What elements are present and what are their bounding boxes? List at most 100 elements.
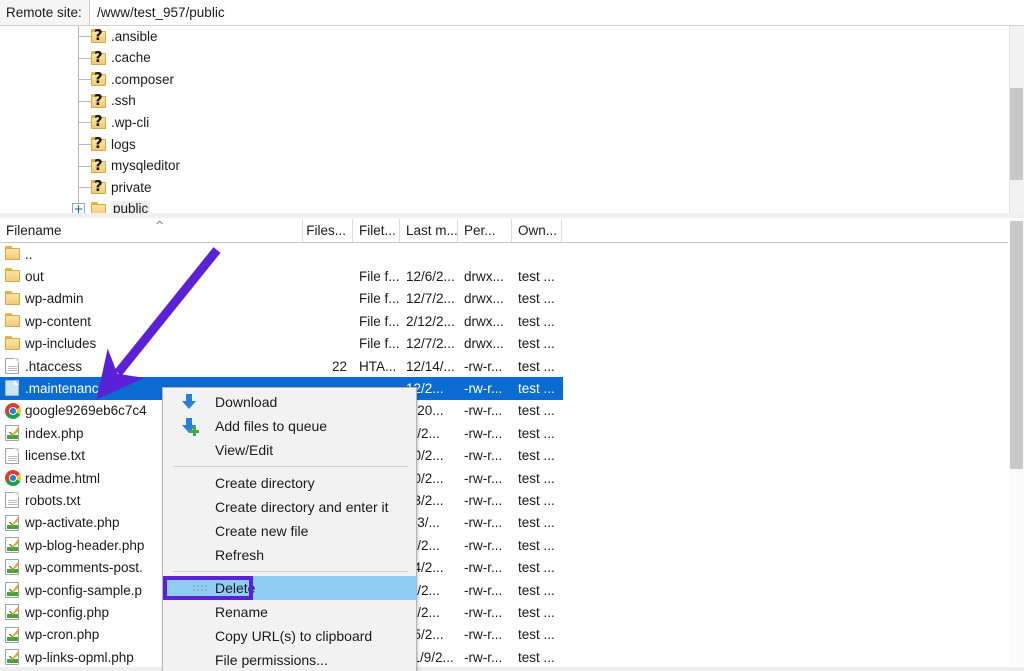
- table-row[interactable]: wp-links-opml.php2,422PHP ...11/9/2...-r…: [0, 646, 1008, 668]
- file-list-vertical-scrollbar[interactable]: [1009, 219, 1024, 671]
- context-menu-item-label: Refresh: [215, 547, 264, 563]
- context-menu-item-create-directory[interactable]: Create directory: [163, 471, 416, 495]
- row-file-icon: [5, 358, 22, 374]
- context-menu-item-create-directory-and-enter-it[interactable]: Create directory and enter it: [163, 495, 416, 519]
- folder-unknown-icon: ?: [91, 159, 108, 173]
- cell-lastmod: 12/14/...: [400, 355, 458, 377]
- panel-splitter[interactable]: [0, 213, 1024, 218]
- column-header-filesize[interactable]: Files...: [303, 219, 353, 242]
- table-row[interactable]: robots.txt23/2...-rw-r...test ...: [0, 489, 1008, 511]
- table-row[interactable]: license.txt10/2...-rw-r...test ...: [0, 445, 1008, 467]
- file-name-label: wp-includes: [25, 333, 96, 355]
- tree-elbow-line: [79, 101, 91, 102]
- text-file-icon: [5, 380, 19, 396]
- table-row[interactable]: ..: [0, 243, 1008, 265]
- cell-owner: test ...: [512, 512, 562, 534]
- folder-icon: [5, 336, 22, 350]
- cell-perms: -rw-r...: [458, 422, 512, 444]
- file-name-label: wp-config-sample.p: [25, 579, 142, 601]
- remote-directory-tree[interactable]: ?.ansible?.cache?.composer?.ssh?.wp-cli?…: [0, 26, 1024, 218]
- context-menu-item-download[interactable]: Download: [163, 390, 416, 414]
- context-menu-separator: [173, 466, 408, 467]
- file-name-label: .htaccess: [25, 355, 82, 377]
- column-header-filetype[interactable]: Filet...: [353, 219, 400, 242]
- table-row[interactable]: wp-blog-header.php/9/2...-rw-r...test ..…: [0, 534, 1008, 556]
- tree-item-icon: ?: [91, 29, 109, 45]
- column-header-lastmod[interactable]: Last m...: [400, 219, 458, 242]
- file-name-label: wp-content: [25, 310, 91, 332]
- php-icon: [5, 582, 19, 598]
- context-menu-item-label: Create new file: [215, 523, 308, 539]
- cell-lastmod: 12/7/2...: [400, 333, 458, 355]
- row-file-icon: [5, 515, 22, 531]
- cell-perms: [458, 243, 512, 265]
- file-list-column-headers[interactable]: ^ FilenameFiles...Filet...Last m...Per..…: [0, 219, 1008, 243]
- document-lines: [8, 456, 17, 462]
- table-row[interactable]: wp-comments-post.24/2...-rw-r...test ...: [0, 556, 1008, 578]
- table-row[interactable]: wp-includesFile f...12/7/2...drwx...test…: [0, 333, 1008, 355]
- context-menu-separator: [173, 571, 408, 572]
- context-menu-item-rename[interactable]: Rename: [163, 600, 416, 624]
- context-menu-item-delete[interactable]: Delete: [163, 576, 416, 600]
- table-row[interactable]: wp-config.php/9/2...-rw-r...test ...: [0, 601, 1008, 623]
- row-file-icon: [5, 582, 22, 598]
- table-row[interactable]: wp-cron.php25/2...-rw-r...test ...: [0, 624, 1008, 646]
- row-file-icon: [5, 246, 22, 262]
- context-menu-item-view-edit[interactable]: View/Edit: [163, 438, 416, 462]
- tree-item-icon: ?: [91, 72, 109, 88]
- table-row[interactable]: index.php/9/2...-rw-r...test ...: [0, 422, 1008, 444]
- cell-lastmod: 12/7/2...: [400, 288, 458, 310]
- remote-file-list[interactable]: ^ FilenameFiles...Filet...Last m...Per..…: [0, 219, 1024, 671]
- cell-perms: -rw-r...: [458, 624, 512, 646]
- row-file-icon: [5, 604, 22, 620]
- context-menu-item-create-new-file[interactable]: Create new file: [163, 519, 416, 543]
- folder-unknown-icon: ?: [91, 29, 108, 43]
- cell-filetype: File f...: [353, 288, 400, 310]
- file-name-label: robots.txt: [25, 489, 81, 511]
- file-name-label: out: [25, 265, 44, 287]
- cell-perms: -rw-r...: [458, 512, 512, 534]
- tree-item-label: .cache: [111, 50, 151, 65]
- context-menu-item-refresh[interactable]: Refresh: [163, 543, 416, 567]
- table-row[interactable]: google9269eb6c7c44/20...-rw-r...test ...: [0, 400, 1008, 422]
- column-header-perms[interactable]: Per...: [458, 219, 512, 242]
- folder-unknown-icon: ?: [91, 94, 108, 108]
- file-context-menu[interactable]: DownloadAdd files to queue View/Edit Creat…: [162, 387, 417, 671]
- question-mark-icon: ?: [94, 27, 103, 43]
- tree-scroll-thumb[interactable]: [1010, 88, 1023, 180]
- context-menu-item-add-files-to-queue[interactable]: Add files to queue: [163, 414, 416, 438]
- context-menu-item-label: File permissions...: [215, 652, 328, 668]
- cell-perms: -rw-r...: [458, 400, 512, 422]
- table-row[interactable]: wp-contentFile f...2/12/2...drwx...test …: [0, 310, 1008, 332]
- table-row[interactable]: wp-config-sample.p/9/2...-rw-r...test ..…: [0, 579, 1008, 601]
- cell-filesize: [303, 288, 353, 310]
- tree-item-icon: ?: [91, 115, 109, 131]
- cell-owner: test ...: [512, 265, 562, 287]
- cell-owner: test ...: [512, 646, 562, 668]
- context-menu-item-copy-url-s-to-clipboard[interactable]: Copy URL(s) to clipboard: [163, 624, 416, 648]
- row-file-icon: [5, 492, 22, 508]
- cell-filesize: 22: [303, 355, 353, 377]
- cell-lastmod: 12/6/2...: [400, 265, 458, 287]
- table-row[interactable]: .htaccess22HTA...12/14/...-rw-r...test .…: [0, 355, 1008, 377]
- column-header-owner[interactable]: Own...: [512, 219, 562, 242]
- table-row[interactable]: outFile f...12/6/2...drwx...test ...: [0, 265, 1008, 287]
- folder-unknown-icon: ?: [91, 137, 108, 151]
- context-menu-item-file-permissions[interactable]: File permissions...: [163, 648, 416, 671]
- tree-vertical-scrollbar[interactable]: [1009, 26, 1024, 218]
- table-row[interactable]: wp-adminFile f...12/7/2...drwx...test ..…: [0, 288, 1008, 310]
- cell-owner: test ...: [512, 579, 562, 601]
- download-arrow-icon: [181, 394, 198, 411]
- file-name-label: wp-config.php: [25, 601, 109, 623]
- file-name-label: readme.html: [25, 467, 100, 489]
- context-menu-item-label: View/Edit: [215, 442, 273, 458]
- php-icon: [5, 425, 19, 441]
- question-mark-icon: ?: [94, 157, 103, 173]
- remote-site-input[interactable]: /www/test_957/public: [90, 0, 1024, 26]
- cell-owner: test ...: [512, 624, 562, 646]
- table-row[interactable]: readme.html10/2...-rw-r...test ...: [0, 467, 1008, 489]
- row-file-icon: [5, 627, 22, 643]
- file-list-scroll-thumb[interactable]: [1010, 221, 1023, 469]
- column-header-filename[interactable]: Filename: [0, 219, 303, 242]
- table-row[interactable]: wp-activate.php/13/...-rw-r...test ...: [0, 512, 1008, 534]
